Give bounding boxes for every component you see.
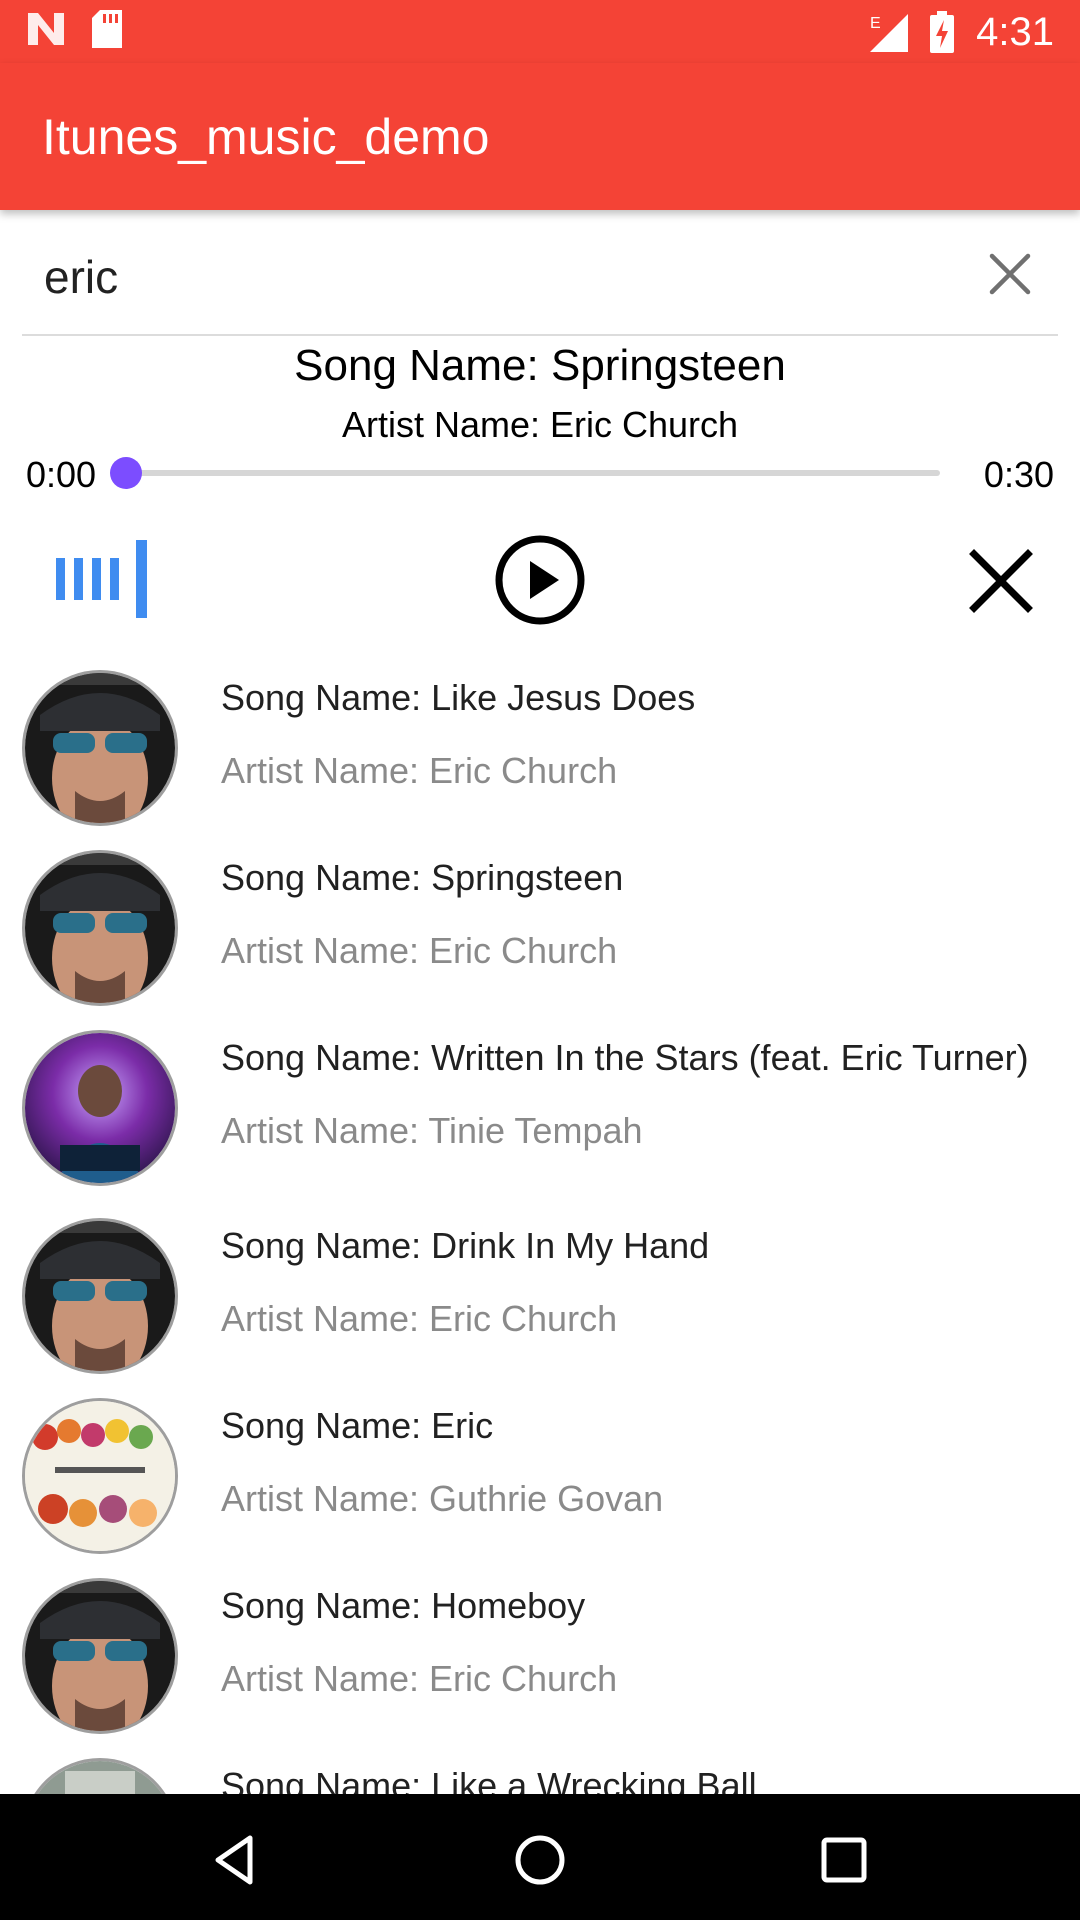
song-name: Song Name: Springsteen bbox=[221, 857, 624, 898]
now-playing-song: Song Name: Springsteen bbox=[294, 341, 786, 390]
album-art bbox=[22, 1030, 178, 1186]
list-item[interactable]: Song Name: Drink In My Hand Artist Name:… bbox=[0, 1208, 1080, 1388]
status-bar: E 4:31 bbox=[0, 0, 1080, 63]
navigation-bar bbox=[0, 1794, 1080, 1920]
album-art bbox=[22, 670, 178, 826]
artist-name: Artist Name: Eric Church bbox=[221, 1658, 618, 1699]
signal-icon: E bbox=[870, 14, 909, 52]
list-item[interactable]: Song Name: Like a Wrecking Ball bbox=[0, 1748, 1080, 1794]
album-art bbox=[22, 850, 178, 1006]
sd-card-icon bbox=[92, 10, 122, 48]
album-art bbox=[22, 1578, 178, 1734]
network-type-label: E bbox=[870, 15, 881, 32]
artist-name: Artist Name: Eric Church bbox=[221, 1298, 618, 1339]
app-title: Itunes_music_demo bbox=[42, 109, 490, 165]
back-icon[interactable] bbox=[206, 1830, 266, 1890]
list-item[interactable]: Song Name: Eric Artist Name: Guthrie Gov… bbox=[0, 1388, 1080, 1568]
artist-name: Artist Name: Tinie Tempah bbox=[221, 1110, 643, 1151]
elapsed-time: 0:00 bbox=[26, 454, 97, 495]
song-name: Song Name: Drink In My Hand bbox=[221, 1225, 710, 1266]
artist-name: Artist Name: Eric Church bbox=[221, 750, 618, 791]
home-icon[interactable] bbox=[510, 1830, 570, 1890]
album-art bbox=[22, 1398, 178, 1554]
album-art bbox=[22, 1218, 178, 1374]
search-bar bbox=[22, 226, 1058, 336]
song-name: Song Name: Like Jesus Does bbox=[221, 677, 696, 718]
artist-name: Artist Name: Guthrie Govan bbox=[221, 1478, 664, 1519]
song-name: Song Name: Written In the Stars (feat. E… bbox=[221, 1037, 1029, 1078]
seek-bar[interactable] bbox=[110, 457, 940, 489]
app-bar: Itunes_music_demo bbox=[0, 63, 1080, 210]
close-icon[interactable] bbox=[984, 248, 1036, 300]
equalizer-icon[interactable] bbox=[54, 540, 150, 618]
duration-time: 0:30 bbox=[983, 454, 1054, 495]
close-player-icon[interactable] bbox=[968, 548, 1034, 614]
artist-name: Artist Name: Eric Church bbox=[221, 930, 618, 971]
song-name: Song Name: Homeboy bbox=[221, 1585, 586, 1626]
song-name: Song Name: Eric bbox=[221, 1405, 494, 1446]
list-item[interactable]: Song Name: Homeboy Artist Name: Eric Chu… bbox=[0, 1568, 1080, 1748]
recents-icon[interactable] bbox=[814, 1830, 874, 1890]
list-item[interactable]: Song Name: Written In the Stars (feat. E… bbox=[0, 1020, 1080, 1208]
album-art bbox=[22, 1758, 178, 1794]
now-playing-artist: Artist Name: Eric Church bbox=[341, 404, 739, 445]
list-item[interactable]: Song Name: Like Jesus Does Artist Name: … bbox=[0, 660, 1080, 840]
status-clock: 4:31 bbox=[976, 10, 1054, 54]
n-app-icon bbox=[28, 13, 64, 45]
results-list[interactable]: Song Name: Like Jesus Does Artist Name: … bbox=[0, 660, 1080, 1794]
song-name: Song Name: Like a Wrecking Ball bbox=[221, 1765, 757, 1794]
seek-thumb[interactable] bbox=[110, 457, 142, 489]
search-input[interactable] bbox=[42, 240, 946, 314]
play-icon[interactable] bbox=[494, 534, 586, 626]
battery-charging-icon bbox=[930, 11, 955, 53]
list-item[interactable]: Song Name: Springsteen Artist Name: Eric… bbox=[0, 840, 1080, 1020]
